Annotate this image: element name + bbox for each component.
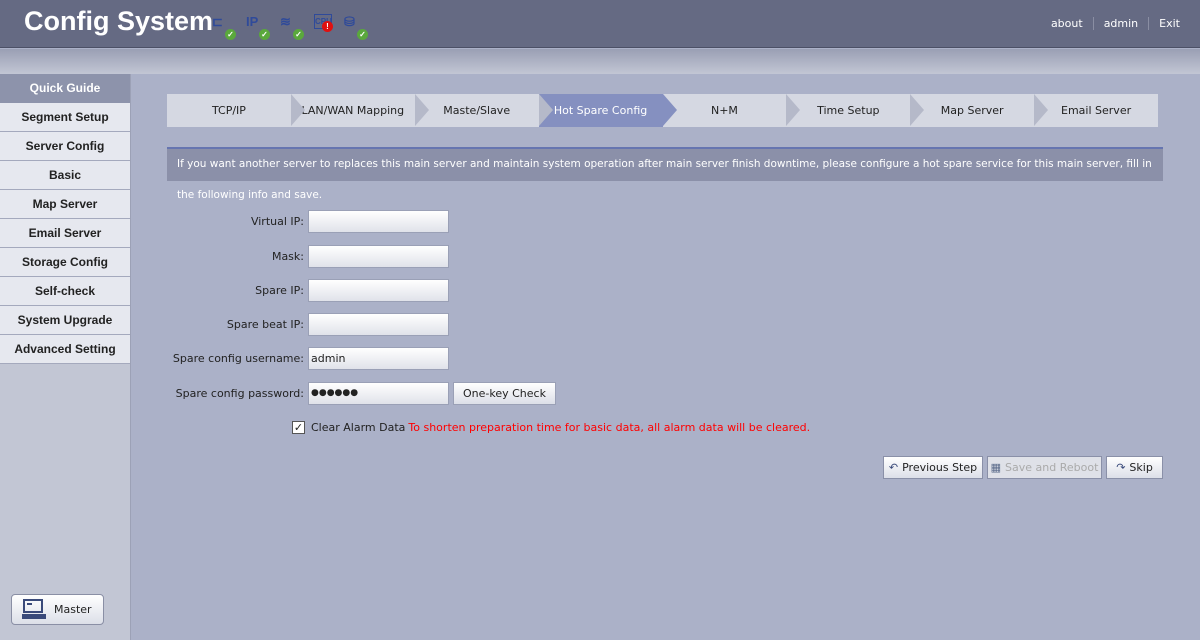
ip-icon[interactable]: IP ✓ [246,14,270,40]
sidebar-item-quick-guide[interactable]: Quick Guide [0,74,130,103]
password-label: Spare config password: [175,387,304,400]
virtual-ip-label: Virtual IP: [250,215,304,228]
step-n-m[interactable]: N+M [663,94,801,127]
virtual-ip-input[interactable] [308,210,449,233]
sidebar-item-segment-setup[interactable]: Segment Setup [0,103,130,132]
one-key-check-button[interactable]: One-key Check [453,382,556,405]
clear-alarm-label: Clear Alarm Data [311,421,406,434]
signal-icon[interactable]: ≋ ✓ [280,14,304,40]
step-tcp-ip[interactable]: TCP/IP [167,94,305,127]
status-icons: ⊏✓ IP✓ ≋✓ CPU! ⛁✓ [212,14,368,40]
spare-ip-input[interactable] [308,279,449,302]
skip-arrow-icon: ↷ [1116,461,1126,474]
sidebar-item-system-upgrade[interactable]: System Upgrade [0,306,130,335]
back-arrow-icon: ↶ [888,461,899,474]
wizard-steps: TCP/IP LAN/WAN Mapping Maste/Slave Hot S… [167,94,1158,127]
app-title: Config System [24,6,214,36]
spare-beat-ip-label: Spare beat IP: [226,318,304,331]
clear-alarm-warning: To shorten preparation time for basic da… [408,421,811,434]
mask-input[interactable] [308,245,449,268]
clear-alarm-checkbox[interactable]: ✓ [292,421,305,434]
sidebar-item-storage-config[interactable]: Storage Config [0,248,130,277]
step-email-server[interactable]: Email Server [1034,94,1158,127]
step-lan-wan-mapping[interactable]: LAN/WAN Mapping [291,94,429,127]
sidebar-item-map-server[interactable]: Map Server [0,190,130,219]
previous-step-button[interactable]: ↶ Previous Step [883,456,983,479]
master-button[interactable]: Master [11,594,104,625]
sidebar-item-email-server[interactable]: Email Server [0,219,130,248]
step-time-setup[interactable]: Time Setup [786,94,925,127]
sidebar: Quick Guide Segment Setup Server Config … [0,74,131,640]
user-link[interactable]: admin [1092,17,1148,30]
disk-icon[interactable]: ⛁ ✓ [344,14,368,40]
sidebar-item-advanced-setting[interactable]: Advanced Setting [0,335,130,364]
skip-button[interactable]: ↷ Skip [1106,456,1163,479]
master-label: Master [54,603,92,616]
sidebar-item-self-check[interactable]: Self-check [0,277,130,306]
password-input[interactable]: ●●●●●● [308,382,449,405]
sidebar-item-basic[interactable]: Basic [0,161,130,190]
skip-label: Skip [1129,461,1153,474]
info-banner: If you want another server to replaces t… [167,147,1163,201]
header: Config System ⊏✓ IP✓ ≋✓ CPU! ⛁✓ about ad… [0,0,1200,48]
sub-header-band [0,49,1200,74]
sidebar-item-server-config[interactable]: Server Config [0,132,130,161]
exit-link[interactable]: Exit [1148,17,1190,30]
previous-step-label: Previous Step [902,461,978,474]
network-icon[interactable]: ⊏ ✓ [212,14,236,40]
computer-icon [22,598,46,619]
save-and-reboot-button[interactable]: ▦ Save and Reboot [987,456,1102,479]
step-hot-spare-config[interactable]: Hot Spare Config [538,94,677,127]
cpu-icon[interactable]: CPU! [314,14,333,32]
spare-beat-ip-input[interactable] [308,313,449,336]
step-master-slave[interactable]: Maste/Slave [415,94,553,127]
step-map-server[interactable]: Map Server [910,94,1048,127]
save-and-reboot-label: Save and Reboot [1005,461,1099,474]
username-label: Spare config username: [172,352,304,365]
spare-ip-label: Spare IP: [255,284,304,297]
username-input[interactable]: admin [308,347,449,370]
about-link[interactable]: about [1041,17,1093,30]
mask-label: Mask: [271,250,304,263]
calendar-icon: ▦ [990,461,1002,474]
